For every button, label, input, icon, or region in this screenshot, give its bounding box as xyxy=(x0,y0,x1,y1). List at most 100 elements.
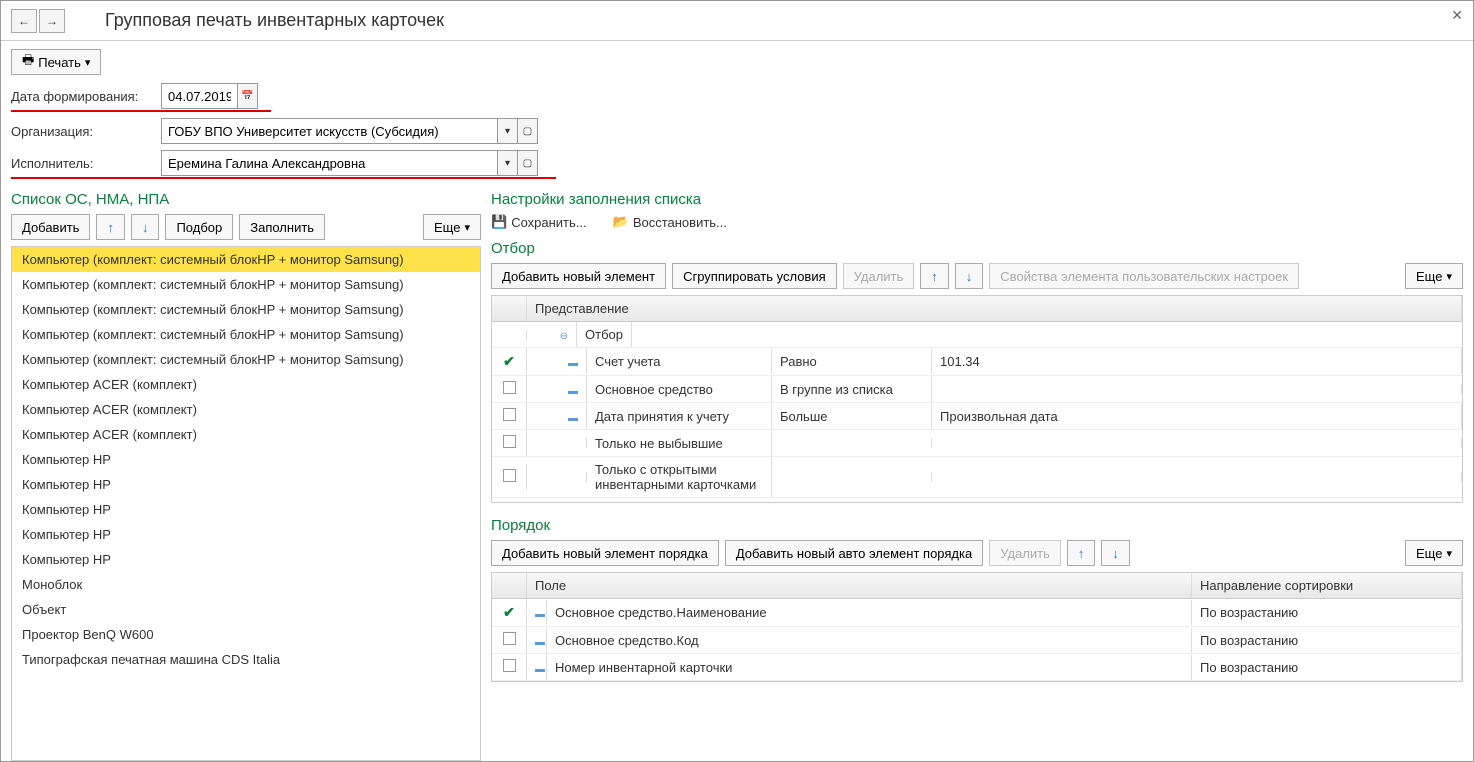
order-move-down-button[interactable]: ↓ xyxy=(1101,540,1130,566)
filter-value xyxy=(932,472,1462,482)
restore-settings-link[interactable]: 📂 Восстановить... xyxy=(613,214,727,230)
list-item[interactable]: Компьютер ACER (комплект) xyxy=(12,372,480,397)
date-label: Дата формирования: xyxy=(11,89,161,104)
table-row[interactable]: ▬Основное средство.КодПо возрастанию xyxy=(492,627,1462,654)
filter-field: Только не выбывшие xyxy=(587,431,772,456)
table-row[interactable]: ▬Номер инвентарной карточкиПо возрастани… xyxy=(492,654,1462,681)
item-icon: ▬ xyxy=(564,413,578,424)
list-item[interactable]: Типографская печатная машина CDS Italia xyxy=(12,647,480,672)
list-item[interactable]: Компьютер HP xyxy=(12,547,480,572)
item-icon: ▬ xyxy=(564,358,578,369)
order-table[interactable]: ✔▬Основное средство.НаименованиеПо возра… xyxy=(492,599,1462,681)
filter-value: 101.34 xyxy=(932,349,1462,374)
move-up-button[interactable]: ↑ xyxy=(96,214,125,240)
pick-button[interactable]: Подбор xyxy=(165,214,233,240)
table-row[interactable]: Только не выбывшие xyxy=(492,430,1462,457)
filter-group-button[interactable]: Сгруппировать условия xyxy=(672,263,837,289)
list-item[interactable]: Компьютер HP xyxy=(12,497,480,522)
filter-delete-button[interactable]: Удалить xyxy=(843,263,915,289)
filter-field: Счет учета xyxy=(587,349,772,374)
filter-cond xyxy=(772,472,932,482)
list-item[interactable]: Компьютер HP xyxy=(12,472,480,497)
chevron-down-icon: ▾ xyxy=(85,56,91,69)
print-button[interactable]: 🖶 Печать ▾ xyxy=(11,49,101,75)
list-item[interactable]: Компьютер ACER (комплект) xyxy=(12,397,480,422)
checkbox-icon[interactable] xyxy=(503,469,516,482)
order-field: Номер инвентарной карточки xyxy=(547,655,1192,680)
checkbox-icon[interactable] xyxy=(503,381,516,394)
more-button[interactable]: Еще ▾ xyxy=(423,214,481,240)
open-icon[interactable]: ▢ xyxy=(517,151,537,175)
org-input[interactable] xyxy=(162,119,497,143)
left-heading: Список ОС, НМА, НПА xyxy=(11,191,481,208)
save-settings-link[interactable]: 💾 Сохранить... xyxy=(491,214,587,230)
collapse-icon[interactable]: ⊖ xyxy=(560,331,568,342)
checkbox-icon[interactable] xyxy=(503,435,516,448)
list-item[interactable]: Компьютер (комплект: системный блокHP + … xyxy=(12,247,480,272)
os-list[interactable]: Компьютер (комплект: системный блокHP + … xyxy=(11,246,481,761)
filter-props-button[interactable]: Свойства элемента пользовательских настр… xyxy=(989,263,1299,289)
list-item[interactable]: Проектор BenQ W600 xyxy=(12,622,480,647)
checkbox-icon[interactable] xyxy=(503,408,516,421)
list-item[interactable]: Компьютер (комплект: системный блокHP + … xyxy=(12,322,480,347)
order-add-auto-button[interactable]: Добавить новый авто элемент порядка xyxy=(725,540,983,566)
add-button[interactable]: Добавить xyxy=(11,214,90,240)
filter-field: Дата принятия к учету xyxy=(587,404,772,429)
checkbox-checked-icon[interactable]: ✔ xyxy=(503,604,515,620)
chevron-down-icon[interactable]: ▾ xyxy=(497,119,517,143)
filter-field: Основное средство xyxy=(587,377,772,402)
table-row[interactable]: ✔▬Основное средство.НаименованиеПо возра… xyxy=(492,599,1462,627)
order-col-dir: Направление сортировки xyxy=(1192,573,1462,598)
table-row[interactable]: ✔▬Счет учетаРавно101.34 xyxy=(492,348,1462,376)
list-item[interactable]: Компьютер HP xyxy=(12,447,480,472)
order-delete-button[interactable]: Удалить xyxy=(989,540,1061,566)
filter-field: Только с открытыми инвентарными карточка… xyxy=(587,457,772,497)
order-dir: По возрастанию xyxy=(1192,628,1462,653)
order-heading: Порядок xyxy=(491,517,1463,534)
list-item[interactable]: Компьютер (комплект: системный блокHP + … xyxy=(12,347,480,372)
settings-heading: Настройки заполнения списка xyxy=(491,191,1463,208)
restore-icon: 📂 xyxy=(613,214,629,230)
filter-root-label: Отбор xyxy=(577,322,632,347)
order-dir: По возрастанию xyxy=(1192,600,1462,625)
checkbox-icon[interactable] xyxy=(503,632,516,645)
filter-more-button[interactable]: Еще ▾ xyxy=(1405,263,1463,289)
filter-value: Произвольная дата xyxy=(932,404,1462,429)
order-field: Основное средство.Код xyxy=(547,628,1192,653)
exec-input[interactable] xyxy=(162,151,497,175)
list-item[interactable]: Компьютер (комплект: системный блокHP + … xyxy=(12,272,480,297)
order-col-field: Поле xyxy=(527,573,1192,598)
checkbox-checked-icon[interactable]: ✔ xyxy=(503,353,515,369)
fill-button[interactable]: Заполнить xyxy=(239,214,325,240)
date-input[interactable] xyxy=(162,84,237,108)
printer-icon: 🖶 xyxy=(22,51,34,73)
filter-move-down-button[interactable]: ↓ xyxy=(955,263,984,289)
forward-button[interactable]: → xyxy=(39,9,65,33)
table-row[interactable]: ▬Дата принятия к учетуБольшеПроизвольная… xyxy=(492,403,1462,430)
table-row[interactable]: ▬Основное средствоВ группе из списка xyxy=(492,376,1462,403)
calendar-icon[interactable]: 📅 xyxy=(237,84,257,108)
filter-move-up-button[interactable]: ↑ xyxy=(920,263,949,289)
order-dir: По возрастанию xyxy=(1192,655,1462,680)
table-row[interactable]: Только с открытыми инвентарными карточка… xyxy=(492,457,1462,498)
list-item[interactable]: Моноблок xyxy=(12,572,480,597)
order-field: Основное средство.Наименование xyxy=(547,600,1192,625)
filter-add-button[interactable]: Добавить новый элемент xyxy=(491,263,666,289)
order-add-button[interactable]: Добавить новый элемент порядка xyxy=(491,540,719,566)
move-down-button[interactable]: ↓ xyxy=(131,214,160,240)
list-item[interactable]: Компьютер HP xyxy=(12,522,480,547)
org-label: Организация: xyxy=(11,124,161,139)
list-item[interactable]: Объект xyxy=(12,597,480,622)
order-move-up-button[interactable]: ↑ xyxy=(1067,540,1096,566)
filter-cond xyxy=(772,438,932,448)
order-more-button[interactable]: Еще ▾ xyxy=(1405,540,1463,566)
list-item[interactable]: Компьютер ACER (комплект) xyxy=(12,422,480,447)
checkbox-icon[interactable] xyxy=(503,659,516,672)
chevron-down-icon[interactable]: ▾ xyxy=(497,151,517,175)
open-icon[interactable]: ▢ xyxy=(517,119,537,143)
list-item[interactable]: Компьютер (комплект: системный блокHP + … xyxy=(12,297,480,322)
back-button[interactable]: ← xyxy=(11,9,37,33)
filter-value xyxy=(932,384,1462,394)
filter-table[interactable]: ⊖ Отбор ✔▬Счет учетаРавно101.34▬Основное… xyxy=(492,322,1462,502)
close-icon[interactable]: ✕ xyxy=(1451,7,1463,24)
